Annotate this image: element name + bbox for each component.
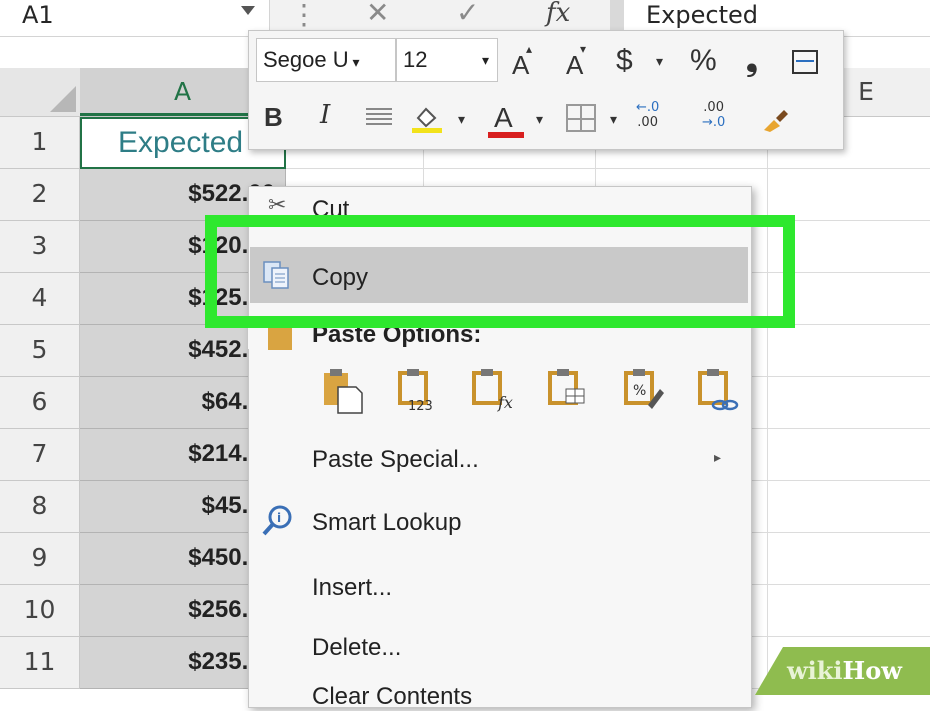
- select-all-triangle-icon: [50, 86, 76, 112]
- paste-icon[interactable]: [318, 365, 370, 417]
- paste-transpose-icon[interactable]: [544, 365, 596, 417]
- currency-button[interactable]: $: [616, 44, 633, 78]
- decrease-decimal-bottom: →.0: [702, 115, 726, 130]
- paste-formulas-caption: fx: [498, 393, 513, 412]
- currency-dropdown-icon[interactable]: ▾: [656, 54, 663, 70]
- menu-item-paste-special[interactable]: Paste Special...: [312, 446, 479, 474]
- row-header[interactable]: 9: [0, 533, 80, 585]
- align-center-icon[interactable]: [366, 108, 392, 126]
- row-header[interactable]: 1: [0, 117, 80, 169]
- paste-link-icon[interactable]: [694, 365, 746, 417]
- row-header[interactable]: 8: [0, 481, 80, 533]
- enter-icon[interactable]: ✓: [456, 0, 479, 29]
- svg-text:%: %: [633, 383, 646, 399]
- decrease-decimal-button[interactable]: .00 →.0: [702, 100, 725, 130]
- row-header[interactable]: 4: [0, 273, 80, 325]
- decrease-decimal-top: .00: [703, 100, 724, 115]
- font-color-swatch: [488, 132, 524, 138]
- comma-style-button[interactable]: ❟: [746, 44, 758, 78]
- paste-values-caption: 123: [408, 399, 433, 414]
- cancel-icon[interactable]: ✕: [366, 0, 389, 29]
- insert-function-button[interactable]: fx: [546, 0, 570, 28]
- wikihow-watermark: wikiHow: [755, 647, 930, 695]
- format-painter-icon[interactable]: [760, 104, 792, 134]
- percent-button[interactable]: %: [690, 44, 717, 78]
- borders-dropdown-icon[interactable]: ▾: [610, 112, 617, 128]
- name-box-value: A1: [22, 1, 54, 29]
- row-header[interactable]: 11: [0, 637, 80, 689]
- font-color-dropdown-icon[interactable]: ▾: [536, 112, 543, 128]
- row-header[interactable]: 10: [0, 585, 80, 637]
- font-color-button[interactable]: A: [494, 102, 513, 134]
- menu-item-clear-contents[interactable]: Clear Contents: [312, 683, 472, 711]
- wrap-text-icon[interactable]: [792, 50, 818, 74]
- svg-text:i: i: [277, 511, 281, 525]
- watermark-how: How: [842, 656, 902, 685]
- increase-font-arrow-icon: ▴: [526, 42, 533, 56]
- borders-icon[interactable]: [566, 104, 596, 132]
- font-name-box[interactable]: Segoe U ▾: [256, 38, 396, 82]
- wrap-arrow-icon: [796, 60, 814, 62]
- menu-item-insert[interactable]: Insert...: [312, 574, 392, 602]
- name-box[interactable]: A1: [0, 0, 270, 36]
- paste-values-icon[interactable]: 123: [394, 365, 446, 417]
- highlight-annotation: [205, 215, 795, 328]
- menu-item-delete[interactable]: Delete...: [312, 634, 401, 662]
- italic-button[interactable]: I: [320, 100, 330, 130]
- select-all-button[interactable]: [0, 68, 81, 116]
- increase-decimal-button[interactable]: ←.0 .00: [636, 100, 659, 130]
- fill-color-icon[interactable]: [410, 104, 444, 134]
- bold-button[interactable]: B: [264, 102, 283, 133]
- menu-item-smart-lookup[interactable]: Smart Lookup: [312, 509, 461, 537]
- increase-decimal-top: ←.0: [636, 100, 660, 115]
- font-size-value: 12: [403, 47, 428, 72]
- font-name-dropdown-icon[interactable]: ▾: [349, 54, 360, 70]
- row-header[interactable]: 2: [0, 169, 80, 221]
- decrease-font-arrow-icon: ▾: [580, 42, 587, 56]
- font-size-dropdown-icon[interactable]: ▾: [482, 39, 489, 81]
- more-options-icon[interactable]: ⋮: [290, 0, 318, 31]
- row-header[interactable]: 3: [0, 221, 80, 273]
- row-header[interactable]: 6: [0, 377, 80, 429]
- font-size-box[interactable]: 12 ▾: [396, 38, 498, 82]
- watermark-wiki: wiki: [787, 656, 843, 685]
- submenu-arrow-icon: ▸: [714, 450, 722, 466]
- row-header[interactable]: 7: [0, 429, 80, 481]
- paste-formulas-icon[interactable]: fx: [468, 365, 520, 417]
- font-name-value: Segoe U: [263, 47, 349, 72]
- increase-decimal-bottom: .00: [637, 115, 658, 130]
- fill-color-dropdown-icon[interactable]: ▾: [458, 112, 465, 128]
- paste-formatting-icon[interactable]: %: [620, 365, 672, 417]
- smart-lookup-icon: i: [260, 504, 294, 538]
- row-header[interactable]: 5: [0, 325, 80, 377]
- name-box-dropdown-icon[interactable]: [241, 6, 255, 15]
